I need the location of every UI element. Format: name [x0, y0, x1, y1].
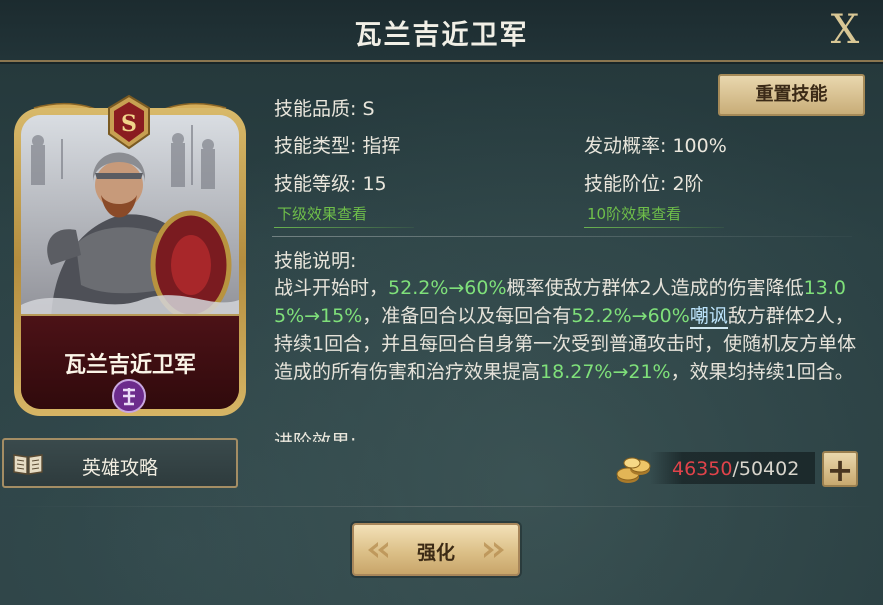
- gold-required: 50402: [738, 458, 800, 480]
- section-divider: [272, 236, 852, 237]
- card-portrait: 瓦兰吉近卫军: [21, 115, 239, 409]
- skill-type: 技能类型: 指挥: [274, 135, 401, 157]
- card-frame: 瓦兰吉近卫军: [14, 108, 246, 416]
- lower-effect-link[interactable]: 下级效果查看: [277, 203, 367, 224]
- add-gold-button[interactable]: +: [822, 451, 858, 489]
- gold-amount: 46350/50402: [672, 458, 799, 480]
- faction-emblem-icon: [112, 379, 146, 413]
- reset-skill-button[interactable]: 重置技能: [718, 74, 865, 116]
- tier10-effect-link[interactable]: 10阶效果查看: [587, 203, 681, 224]
- bottom-divider: [0, 506, 883, 507]
- tier10-effect-underline: [584, 227, 724, 228]
- close-button[interactable]: X: [825, 8, 865, 52]
- keyword-taunt[interactable]: 嘲讽: [689, 305, 728, 329]
- plus-icon: +: [826, 451, 854, 489]
- hero-guide-label: 英雄攻略: [81, 457, 158, 479]
- lower-effect-underline: [274, 227, 414, 228]
- page-title: 瓦兰吉近卫军: [354, 20, 529, 51]
- skill-level: 技能等级: 15: [274, 173, 387, 195]
- advanced-effect-title: 进阶效果:: [274, 431, 357, 442]
- description-text: 战斗开始时，: [274, 277, 389, 299]
- skill-trigger-rate: 发动概率: 100%: [584, 135, 727, 157]
- description-text: ，效果均持续1回合。: [670, 361, 854, 383]
- rank-s-badge: S: [108, 94, 150, 150]
- gold-coins-icon: [616, 457, 651, 483]
- description-text: ，准备回合以及每回合有: [362, 305, 572, 327]
- title-bar: 瓦兰吉近卫军 X: [0, 0, 883, 62]
- card-hero-name: 瓦兰吉近卫军: [63, 353, 196, 378]
- skill-tier: 技能阶位: 2阶: [584, 173, 704, 195]
- strengthen-button[interactable]: 强化: [352, 523, 520, 576]
- skill-quality: 技能品质: S: [274, 98, 375, 120]
- highlight-value: 18.27%→21%: [540, 361, 671, 383]
- highlight-value: 52.2%→60%: [571, 305, 690, 327]
- strengthen-label: 强化: [416, 542, 455, 564]
- rank-letter: S: [121, 111, 137, 137]
- hero-skill-card: 瓦兰吉近卫军 S: [10, 88, 250, 418]
- skill-description: 战斗开始时，52.2%→60%概率使敌方群体2人造成的伤害降低13.05%→15…: [274, 274, 859, 386]
- hero-guide-button[interactable]: 英雄攻略: [2, 438, 238, 488]
- description-title: 技能说明:: [274, 250, 357, 272]
- description-text: 概率使敌方群体2人造成的伤害降低: [506, 277, 804, 299]
- gold-current: 46350: [672, 458, 733, 480]
- highlight-value: 52.2%→60%: [388, 277, 507, 299]
